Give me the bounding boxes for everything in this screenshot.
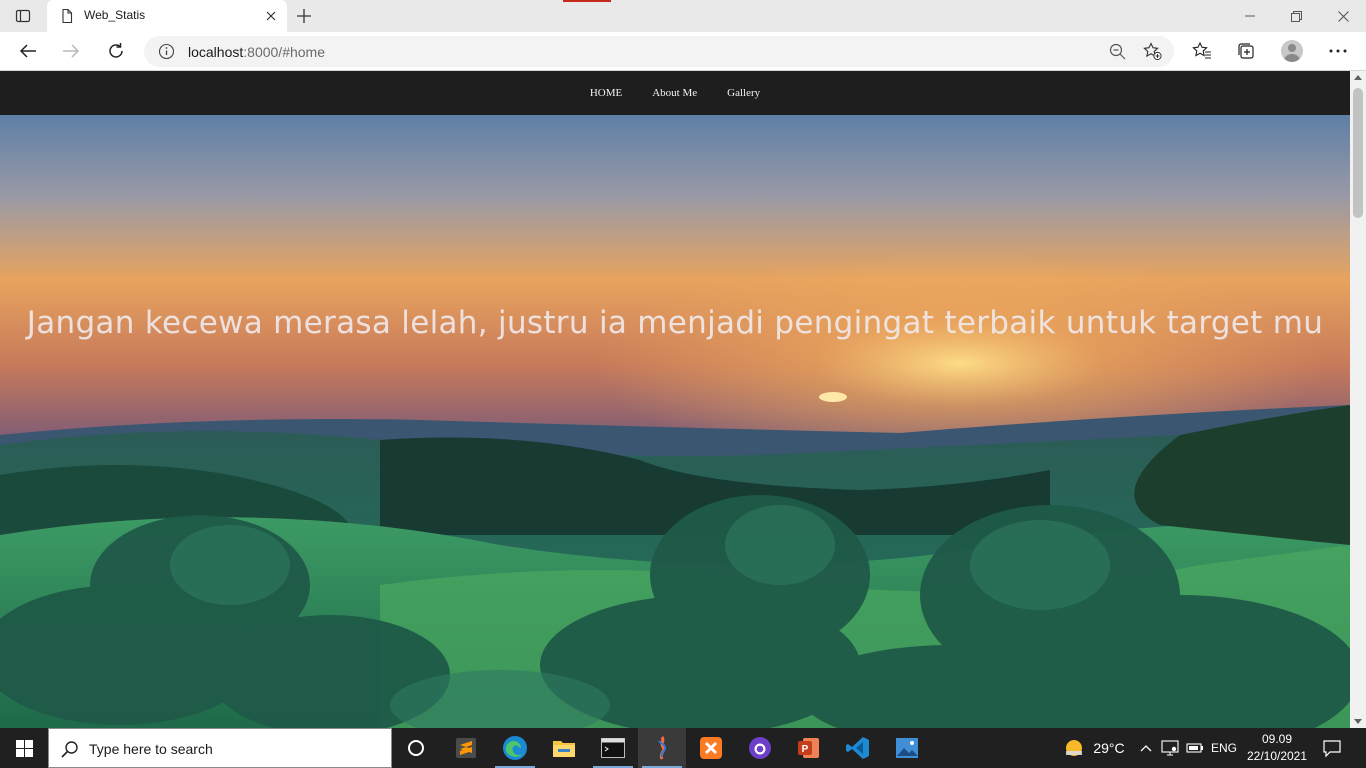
hero-landscape-image bbox=[0, 115, 1350, 728]
weather-temperature[interactable]: 29°C bbox=[1091, 728, 1127, 768]
cortana-icon[interactable] bbox=[392, 728, 440, 768]
page-scrollbar[interactable] bbox=[1350, 71, 1366, 728]
scroll-down-icon[interactable] bbox=[1354, 719, 1362, 724]
browser-tab[interactable]: Web_Statis bbox=[47, 0, 287, 32]
scrollbar-thumb[interactable] bbox=[1353, 88, 1363, 218]
photos-icon[interactable] bbox=[883, 728, 931, 768]
browser-tab-strip: Web_Statis bbox=[0, 0, 1366, 32]
taskbar-clock[interactable]: 09.09 22/10/2021 bbox=[1243, 731, 1311, 765]
profile-avatar[interactable] bbox=[1281, 40, 1303, 62]
weather-icon[interactable] bbox=[1062, 728, 1086, 768]
url-path: :8000/#home bbox=[243, 44, 325, 60]
add-favorite-icon[interactable] bbox=[1143, 42, 1162, 61]
network-icon[interactable] bbox=[1160, 728, 1180, 768]
page-viewport: HOME About Me Gallery Jangan kecewa mera… bbox=[0, 71, 1350, 728]
git-app-icon[interactable] bbox=[638, 728, 686, 768]
close-tab-icon[interactable] bbox=[263, 8, 279, 24]
url-host: localhost bbox=[188, 44, 244, 60]
edge-icon[interactable] bbox=[491, 728, 539, 768]
powerpoint-icon[interactable]: P bbox=[785, 728, 833, 768]
xampp-icon[interactable] bbox=[687, 728, 735, 768]
site-navbar: HOME About Me Gallery bbox=[0, 71, 1350, 115]
url-text[interactable]: localhost:8000/#home bbox=[188, 44, 325, 60]
svg-text:P: P bbox=[802, 744, 809, 755]
input-language[interactable]: ENG bbox=[1209, 728, 1239, 768]
address-bar[interactable]: localhost:8000/#home bbox=[144, 36, 1174, 67]
new-tab-icon[interactable] bbox=[294, 6, 314, 26]
recording-indicator bbox=[563, 0, 611, 2]
back-icon[interactable] bbox=[17, 40, 39, 62]
site-info-icon[interactable] bbox=[158, 43, 175, 60]
clock-time: 09.09 bbox=[1261, 732, 1293, 746]
terminal-icon[interactable] bbox=[589, 728, 637, 768]
minimize-icon[interactable] bbox=[1240, 6, 1260, 26]
windows-taskbar: Type here to search P 29°C ENG 09.09 22/… bbox=[0, 728, 1366, 768]
battery-icon[interactable] bbox=[1185, 728, 1205, 768]
page-icon bbox=[59, 8, 75, 24]
github-desktop-icon[interactable] bbox=[736, 728, 784, 768]
file-explorer-icon[interactable] bbox=[540, 728, 588, 768]
more-options-icon[interactable] bbox=[1328, 41, 1348, 61]
sublime-text-icon[interactable] bbox=[442, 728, 490, 768]
forward-icon[interactable] bbox=[60, 40, 82, 62]
search-placeholder: Type here to search bbox=[89, 741, 213, 757]
tab-title: Web_Statis bbox=[84, 8, 146, 22]
notification-center-icon[interactable] bbox=[1322, 738, 1342, 758]
refresh-icon[interactable] bbox=[105, 40, 127, 62]
favorites-icon[interactable] bbox=[1192, 41, 1212, 61]
search-icon bbox=[61, 740, 79, 758]
browser-toolbar: localhost:8000/#home bbox=[0, 32, 1366, 71]
vscode-icon[interactable] bbox=[834, 728, 882, 768]
clock-date: 22/10/2021 bbox=[1246, 749, 1308, 763]
hero-quote: Jangan kecewa merasa lelah, justru ia me… bbox=[26, 305, 1324, 341]
scroll-up-icon[interactable] bbox=[1354, 75, 1362, 80]
windows-start-icon[interactable] bbox=[0, 728, 48, 768]
hero-section: Jangan kecewa merasa lelah, justru ia me… bbox=[0, 115, 1350, 728]
restore-icon[interactable] bbox=[1286, 6, 1306, 26]
nav-link-home[interactable]: HOME bbox=[590, 87, 622, 99]
show-hidden-icons-icon[interactable] bbox=[1138, 728, 1154, 768]
nav-link-about[interactable]: About Me bbox=[652, 87, 697, 99]
collections-icon[interactable] bbox=[1236, 41, 1256, 61]
zoom-out-icon[interactable] bbox=[1109, 43, 1126, 60]
nav-link-gallery[interactable]: Gallery bbox=[727, 87, 760, 99]
tab-actions-icon[interactable] bbox=[14, 7, 32, 25]
close-window-icon[interactable] bbox=[1333, 6, 1353, 26]
taskbar-search-box[interactable]: Type here to search bbox=[48, 728, 392, 768]
